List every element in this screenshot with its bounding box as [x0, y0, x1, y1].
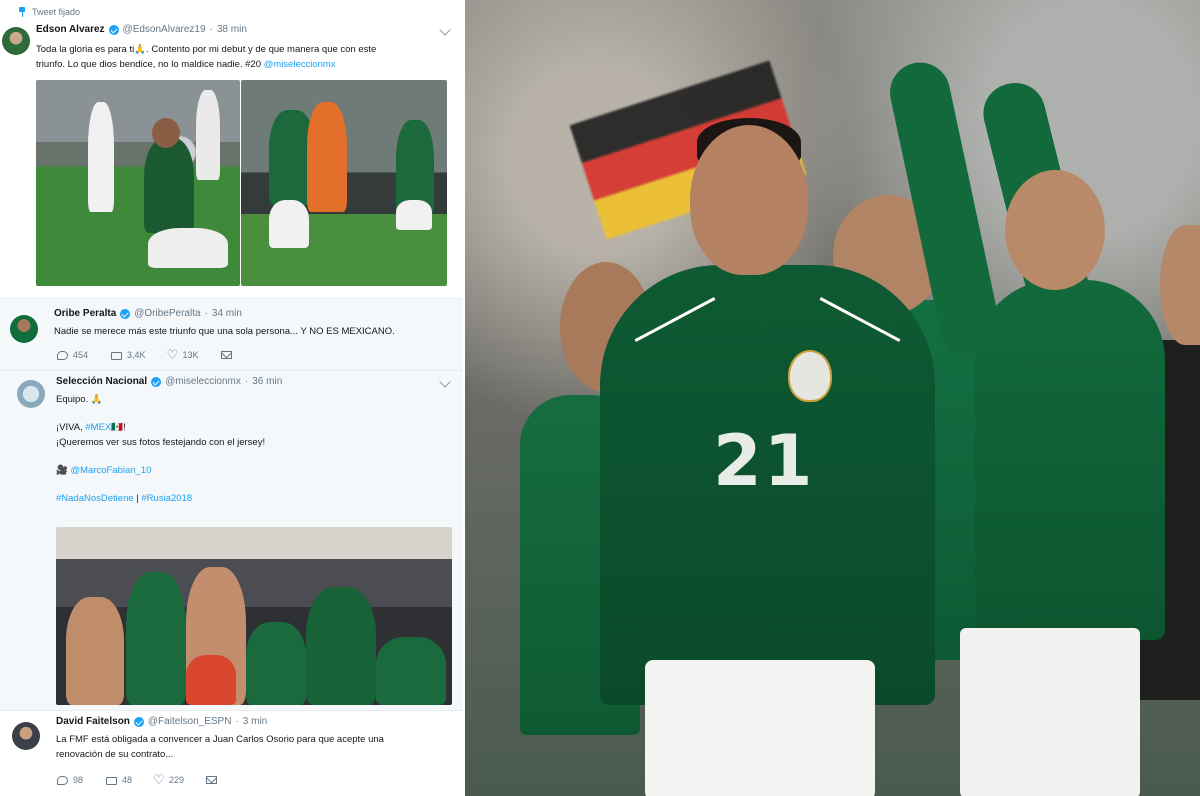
retweet-button[interactable]: 3,4K	[110, 350, 146, 360]
twitter-feed: Tweet fijado Edson Alvarez @EdsonAlvarez…	[0, 0, 463, 796]
tweet-photo[interactable]	[241, 80, 447, 286]
reply-button[interactable]: 454	[57, 350, 88, 360]
tweet-header: David Faitelson @Faitelson_ESPN · 3 min	[56, 716, 268, 727]
tweet-actions: 98 48 229	[57, 772, 239, 788]
envelope-icon	[206, 776, 218, 784]
jersey-number: 21	[713, 420, 815, 502]
player-head	[690, 125, 808, 275]
tweet-text: Nadie se merece más este triunfo que una…	[54, 326, 395, 337]
tweet-edson[interactable]: Tweet fijado Edson Alvarez @EdsonAlvarez…	[0, 0, 463, 298]
pinned-label: Tweet fijado	[18, 7, 80, 17]
heart-icon	[167, 347, 179, 363]
author-handle[interactable]: @miseleccionmx	[165, 376, 241, 387]
retweet-icon	[105, 776, 118, 785]
like-button[interactable]: 229	[153, 772, 184, 788]
author-handle[interactable]: @Faitelson_ESPN	[148, 716, 232, 727]
player-right	[975, 280, 1165, 640]
tweet-time[interactable]: 3 min	[243, 716, 267, 727]
avatar[interactable]	[2, 27, 30, 55]
player-shorts	[960, 628, 1140, 796]
chevron-down-icon[interactable]	[439, 24, 451, 36]
heart-icon	[153, 772, 165, 788]
tweet-actions: 454 3,4K 13K	[57, 347, 254, 363]
author-name[interactable]: Selección Nacional	[56, 376, 147, 387]
avatar[interactable]	[10, 315, 38, 343]
tweet-time[interactable]: 34 min	[212, 308, 242, 319]
tweet-header: Oribe Peralta @OribePeralta · 34 min	[54, 308, 242, 319]
player-head	[1005, 170, 1105, 290]
hashtag-link[interactable]: #NadaNosDetiene	[56, 493, 134, 504]
reply-icon	[57, 775, 68, 785]
verified-icon	[133, 716, 144, 727]
hashtag-link[interactable]: #MEX	[85, 422, 111, 433]
author-handle[interactable]: @OribePeralta	[134, 308, 200, 319]
crest-icon	[788, 350, 832, 402]
verified-icon	[108, 24, 119, 35]
tweet-text: Equipo. 🙏 ¡VIVA, #MEX🇲🇽! ¡Queremos ver s…	[56, 394, 266, 504]
dm-button[interactable]	[206, 776, 218, 784]
tweet-header: Selección Nacional @miseleccionmx · 36 m…	[56, 376, 283, 387]
reply-icon	[57, 350, 68, 360]
envelope-icon	[220, 351, 232, 359]
tweet-text: La FMF está obligada a convencer a Juan …	[56, 734, 384, 760]
tweet-photo[interactable]	[36, 80, 240, 286]
retweet-icon	[110, 351, 123, 360]
player-head	[1160, 225, 1200, 345]
tweet-time[interactable]: 36 min	[252, 376, 282, 387]
verified-icon	[120, 308, 131, 319]
hashtag-link[interactable]: #Rusia2018	[141, 493, 192, 504]
mention-link[interactable]: @miseleccionmx	[264, 59, 336, 70]
celebration-photo: 21	[465, 0, 1200, 796]
avatar[interactable]	[17, 380, 45, 408]
avatar[interactable]	[12, 722, 40, 750]
tweet-time[interactable]: 38 min	[217, 24, 247, 35]
author-name[interactable]: David Faitelson	[56, 716, 130, 727]
author-name[interactable]: Oribe Peralta	[54, 308, 116, 319]
tweet-photo[interactable]	[56, 527, 452, 705]
retweet-button[interactable]: 48	[105, 775, 132, 785]
like-button[interactable]: 13K	[167, 347, 199, 363]
mention-link[interactable]: @MarcoFabian_10	[70, 465, 151, 476]
player-shorts	[645, 660, 875, 796]
reply-button[interactable]: 98	[57, 775, 83, 785]
pin-icon	[18, 7, 26, 17]
author-name[interactable]: Edson Alvarez	[36, 24, 105, 35]
tweet-header: Edson Alvarez @EdsonAlvarez19 · 38 min	[36, 24, 247, 35]
author-handle[interactable]: @EdsonAlvarez19	[123, 24, 206, 35]
tweet-text: Toda la gloria es para ti🙏. Contento por…	[36, 44, 377, 70]
dm-button[interactable]	[220, 351, 232, 359]
verified-icon	[151, 376, 162, 387]
